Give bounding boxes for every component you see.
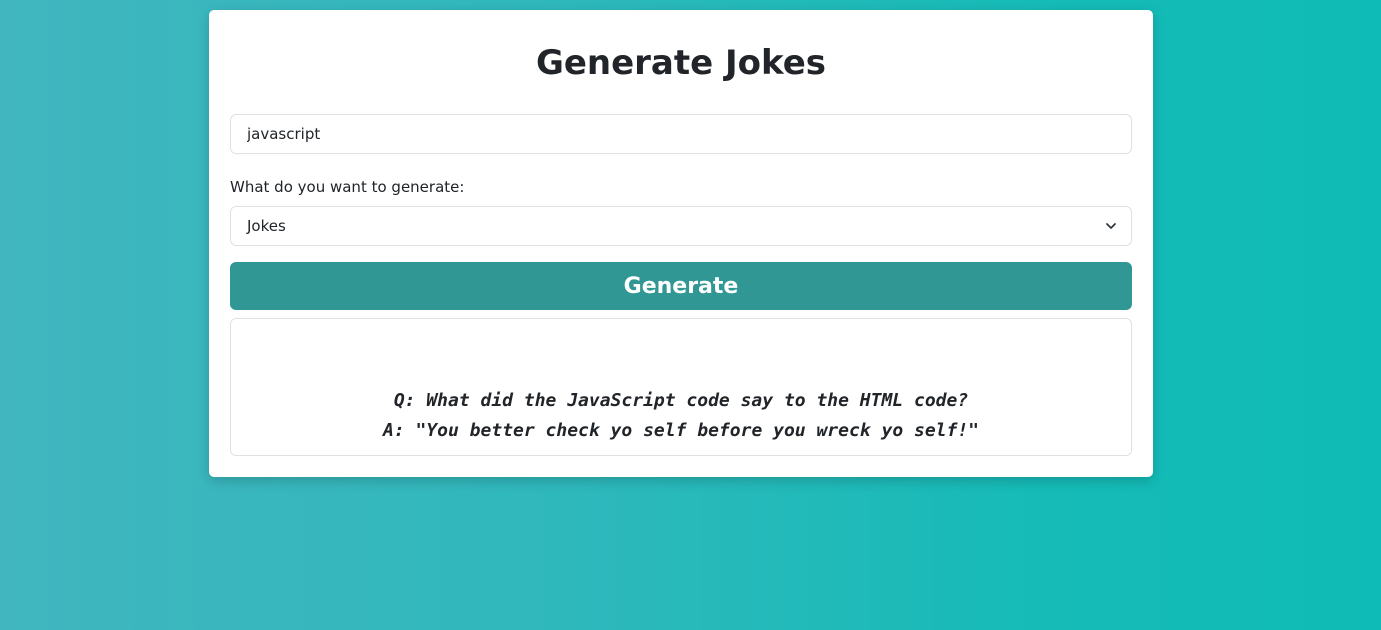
joke-generator-card: Generate Jokes What do you want to gener…	[209, 10, 1153, 477]
page-title: Generate Jokes	[535, 43, 827, 83]
joke-question: Q: What did the JavaScript code say to t…	[393, 390, 969, 411]
generate-button[interactable]: Generate	[230, 262, 1132, 310]
topic-input[interactable]	[230, 114, 1132, 154]
generate-type-select[interactable]: Jokes	[230, 206, 1132, 246]
joke-answer: A: "You better check yo self before you …	[382, 420, 980, 441]
generate-type-selected-value: Jokes	[247, 217, 286, 235]
joke-output: Q: What did the JavaScript code say to t…	[230, 318, 1132, 456]
chevron-down-icon	[1106, 223, 1116, 229]
generate-type-label: What do you want to generate:	[230, 178, 465, 196]
